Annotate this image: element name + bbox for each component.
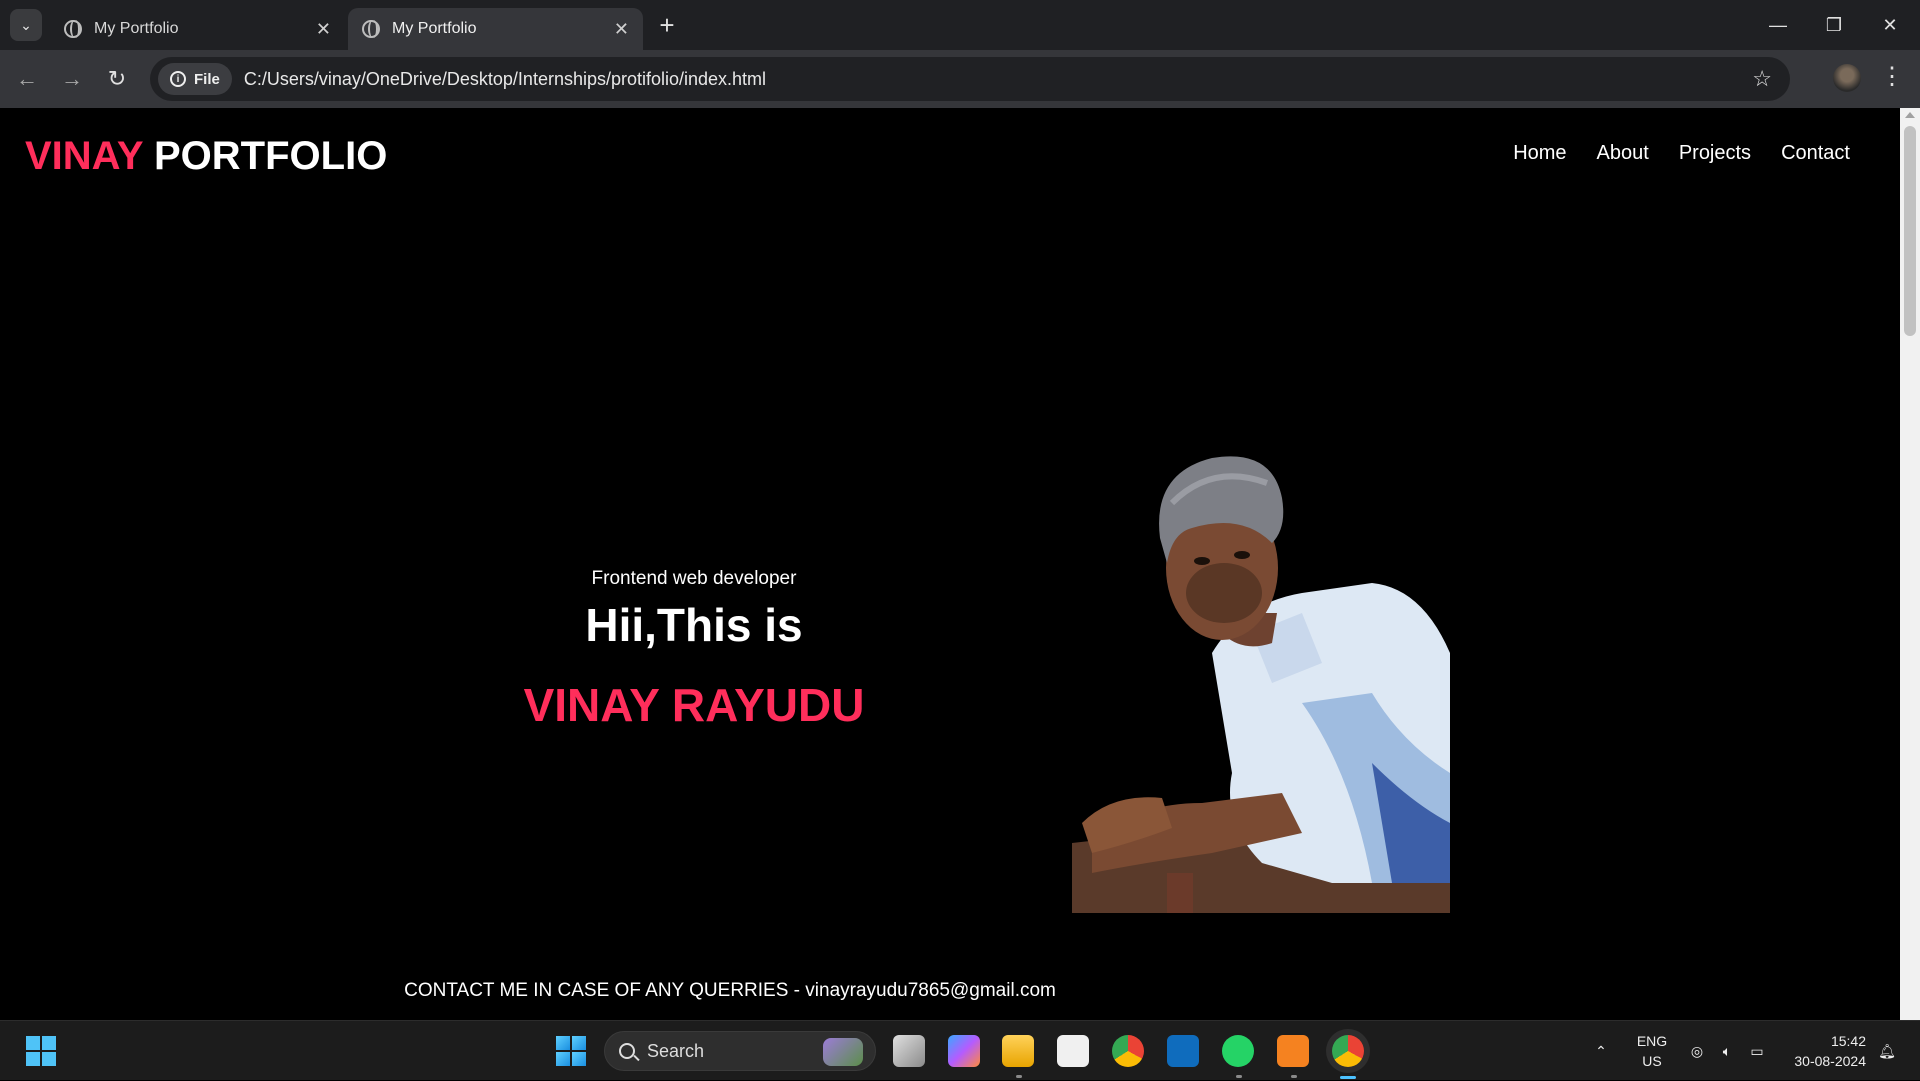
widgets-icon[interactable] [26, 1036, 56, 1066]
arrow-left-icon: ← [16, 66, 38, 91]
search-highlight-icon [823, 1038, 863, 1066]
restore-icon: ❐ [1825, 14, 1843, 35]
task-view-icon[interactable] [893, 1035, 925, 1067]
battery-icon[interactable]: ▭ [1744, 1021, 1770, 1081]
logo-rest: PORTFOLIO [153, 134, 388, 178]
running-indicator [1016, 1075, 1022, 1078]
scrollbar-thumb[interactable] [1904, 126, 1916, 336]
menu-kebab-icon[interactable]: ⋮ [1880, 62, 1904, 91]
url-text[interactable]: C:/Users/vinay/OneDrive/Desktop/Internsh… [244, 69, 766, 90]
profile-avatar[interactable] [1833, 64, 1861, 92]
contact-footer: CONTACT ME IN CASE OF ANY QUERRIES - vin… [0, 980, 1900, 1002]
clock-time: 15:42 [1830, 1033, 1866, 1049]
hero-subtitle: Frontend web developer [591, 568, 797, 589]
minimize-button[interactable]: — [1750, 0, 1806, 50]
close-icon[interactable]: ✕ [316, 19, 331, 40]
profile-photo [1072, 456, 1450, 913]
browser-toolbar: ← → ↻ i File C:/Users/vinay/OneDrive/Des… [0, 50, 1920, 108]
back-button[interactable]: ← [10, 62, 44, 96]
chevron-down-icon: ⌄ [20, 16, 32, 33]
globe-icon [64, 20, 82, 38]
clock-date: 30-08-2024 [1794, 1053, 1866, 1069]
notification-bell-icon[interactable]: 🔔︎ [1874, 1021, 1900, 1081]
forward-button[interactable]: → [55, 62, 89, 96]
chrome-active-icon[interactable] [1332, 1035, 1364, 1067]
close-window-button[interactable]: ✕ [1862, 0, 1918, 50]
nav-home[interactable]: Home [1513, 142, 1566, 165]
tab-title: My Portfolio [94, 20, 179, 37]
volume-icon[interactable]: 🔈︎ [1714, 1021, 1740, 1081]
search-label: Search [647, 1040, 705, 1061]
address-bar[interactable]: i File C:/Users/vinay/OneDrive/Desktop/I… [150, 57, 1790, 101]
restore-button[interactable]: ❐ [1806, 0, 1862, 50]
sublime-text-icon[interactable] [1277, 1035, 1309, 1067]
tab-my-portfolio-2[interactable]: My Portfolio ✕ [348, 8, 643, 50]
bookmark-star-icon[interactable]: ☆ [1752, 66, 1772, 92]
network-icon[interactable]: ◎ [1684, 1021, 1710, 1081]
microsoft-store-icon[interactable] [1057, 1035, 1089, 1067]
chrome-icon[interactable] [1112, 1035, 1144, 1067]
running-indicator [1236, 1075, 1242, 1078]
outlook-icon[interactable] [1167, 1035, 1199, 1067]
globe-icon [362, 20, 380, 38]
active-app-indicator [1340, 1076, 1356, 1079]
region-code: US [1642, 1053, 1662, 1069]
system-clock[interactable]: 15:42 30-08-2024 [1776, 1031, 1866, 1071]
taskbar-search[interactable]: Search [604, 1031, 876, 1071]
page-scrollbar[interactable] [1900, 108, 1920, 1020]
start-button[interactable] [556, 1036, 586, 1066]
windows-taskbar: Search ⌃ ENG US ◎ 🔈︎ ▭ 15:42 30-08-2024 … [0, 1020, 1920, 1080]
nav-projects[interactable]: Projects [1679, 142, 1751, 165]
search-icon [619, 1043, 635, 1059]
nav-contact[interactable]: Contact [1781, 142, 1850, 165]
info-icon: i [170, 71, 186, 87]
tab-title: My Portfolio [392, 20, 477, 37]
language-code: ENG [1636, 1033, 1668, 1049]
nav-about[interactable]: About [1597, 142, 1649, 165]
site-info-chip[interactable]: i File [158, 63, 232, 95]
site-chip-label: File [194, 70, 220, 88]
tab-search-button[interactable]: ⌄ [10, 9, 42, 41]
reload-icon: ↻ [107, 66, 127, 91]
language-indicator[interactable]: ENG US [1632, 1031, 1672, 1071]
browser-tab-strip: ⌄ My Portfolio ✕ My Portfolio ✕ + — ❐ ✕ [0, 0, 1920, 50]
hero-name: VINAY RAYUDU [523, 679, 865, 731]
contact-text: CONTACT ME IN CASE OF ANY QUERRIES - vin… [404, 980, 1056, 1001]
arrow-right-icon: → [61, 66, 83, 91]
scroll-up-arrow-icon[interactable] [1905, 112, 1915, 118]
minimize-icon: — [1769, 14, 1787, 35]
close-icon[interactable]: ✕ [614, 19, 629, 40]
running-indicator [1291, 1075, 1297, 1078]
whatsapp-icon[interactable] [1222, 1035, 1254, 1067]
new-tab-button[interactable]: + [652, 10, 682, 40]
file-explorer-icon[interactable] [1002, 1035, 1034, 1067]
chevron-up-icon[interactable]: ⌃ [1586, 1021, 1616, 1081]
hero-greeting: Hii,This is [585, 599, 803, 651]
main-nav: Home About Projects Contact [1513, 142, 1850, 165]
reload-button[interactable]: ↻ [100, 62, 134, 96]
page-viewport: VINAY PORTFOLIO Home About Projects Cont… [0, 108, 1900, 1020]
tab-my-portfolio-1[interactable]: My Portfolio ✕ [50, 8, 345, 50]
copilot-icon[interactable] [948, 1035, 980, 1067]
logo-accent: VINAY [25, 134, 143, 178]
site-logo[interactable]: VINAY PORTFOLIO [25, 134, 387, 179]
close-icon: ✕ [1882, 14, 1898, 35]
